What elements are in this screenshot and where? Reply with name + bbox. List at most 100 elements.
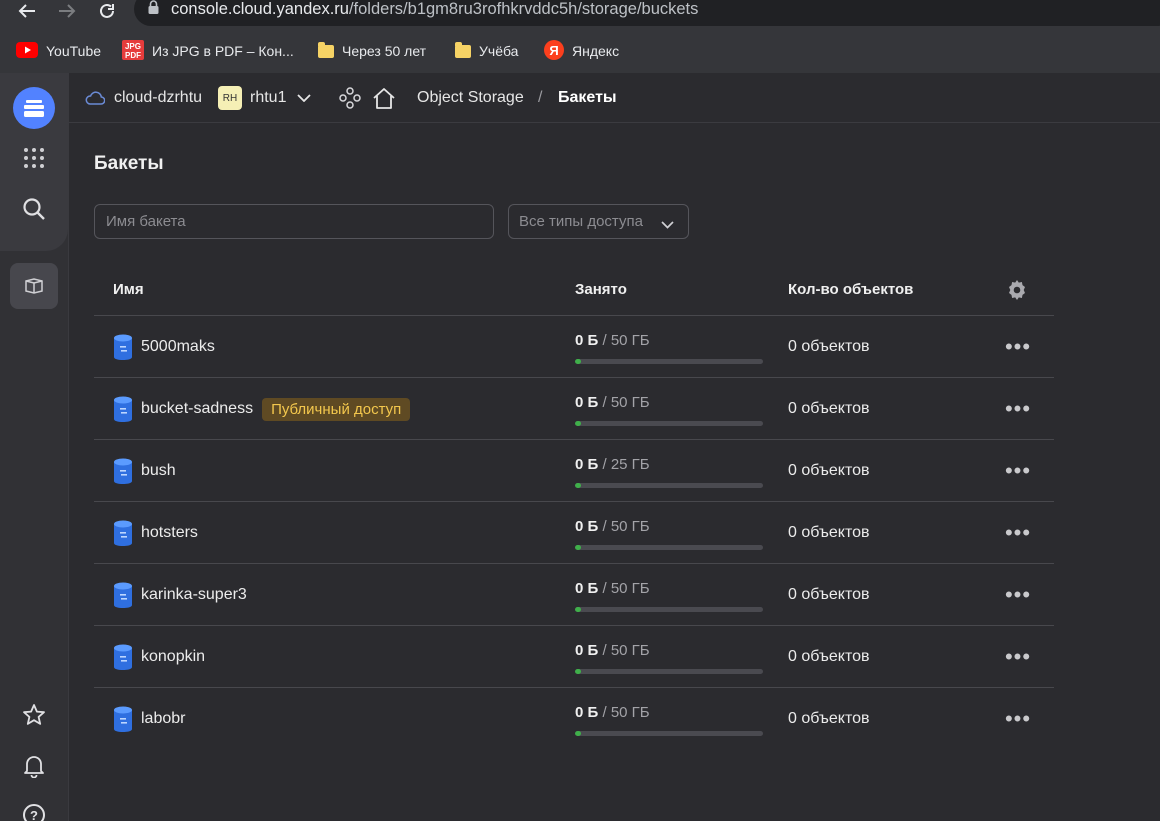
column-header-name[interactable]: Имя xyxy=(113,263,144,316)
home-icon[interactable] xyxy=(372,73,396,123)
usage-cell: 0 Б / 50 ГБ xyxy=(575,378,765,440)
usage-cell: 0 Б / 50 ГБ xyxy=(575,626,765,688)
column-header-objects[interactable]: Кол-во объектов xyxy=(788,263,913,316)
bucket-icon xyxy=(113,643,133,671)
chevron-down-icon xyxy=(297,94,312,102)
bucket-icon xyxy=(113,333,133,361)
folder-icon xyxy=(318,41,334,58)
table-row[interactable]: 5000maks 0 Б / 50 ГБ 0 объектов ••• xyxy=(94,316,1054,378)
bucket-name-link[interactable]: bucket-sadness xyxy=(141,400,253,418)
bookmark-label: Яндекс xyxy=(572,43,620,59)
bookmark-jpg-pdf[interactable]: JPG PDF Из JPG в PDF – Кон... xyxy=(122,36,294,66)
reload-icon[interactable] xyxy=(96,0,118,22)
bucket-icon xyxy=(113,705,133,733)
folder-selector[interactable]: RH rhtu1 xyxy=(218,73,312,123)
objects-count: 0 объектов xyxy=(788,400,870,417)
table-settings-gear-icon[interactable] xyxy=(1006,263,1028,316)
bucket-name-link[interactable]: bush xyxy=(141,462,176,480)
bookmark-youtube[interactable]: YouTube xyxy=(16,36,101,66)
bucket-name-search-input[interactable] xyxy=(94,204,494,239)
usage-progress-bar xyxy=(575,483,763,488)
search-icon[interactable] xyxy=(12,187,56,231)
bookmark-folder-ucheba[interactable]: Учёба xyxy=(455,36,518,66)
svg-text:Я: Я xyxy=(549,43,558,58)
row-actions-more-icon[interactable]: ••• xyxy=(1005,397,1030,421)
help-icon[interactable]: ? xyxy=(12,793,56,821)
svg-text:PDF: PDF xyxy=(125,51,141,60)
cloud-selector[interactable]: cloud-dzrhtu xyxy=(85,73,202,123)
bucket-name-link[interactable]: 5000maks xyxy=(141,338,215,356)
table-row[interactable]: bush 0 Б / 25 ГБ 0 объектов ••• xyxy=(94,440,1054,502)
bucket-icon xyxy=(113,457,133,485)
usage-progress-bar xyxy=(575,545,763,550)
bucket-name-link[interactable]: karinka-super3 xyxy=(141,586,247,604)
public-access-badge: Публичный доступ xyxy=(262,397,411,421)
usage-progress-bar xyxy=(575,669,763,674)
usage-progress-bar xyxy=(575,359,763,364)
address-url: console.cloud.yandex.ru/folders/b1gm8ru3… xyxy=(171,0,699,18)
row-actions-more-icon[interactable]: ••• xyxy=(1005,645,1030,669)
table-row[interactable]: labobr 0 Б / 50 ГБ 0 объектов ••• xyxy=(94,688,1054,750)
breadcrumb-current: Бакеты xyxy=(558,89,617,106)
browser-chrome: console.cloud.yandex.ru/folders/b1gm8ru3… xyxy=(0,0,1160,73)
folder-icon xyxy=(455,41,471,58)
back-arrow-icon[interactable] xyxy=(16,0,38,22)
forward-arrow-icon[interactable] xyxy=(56,0,78,22)
bucket-icon xyxy=(113,519,133,547)
bell-icon[interactable] xyxy=(12,744,56,788)
table-row[interactable]: bucket-sadness Публичный доступ 0 Б / 50… xyxy=(94,378,1054,440)
yandex-icon: Я xyxy=(544,39,564,63)
row-actions-more-icon[interactable]: ••• xyxy=(1005,707,1030,731)
star-icon[interactable] xyxy=(12,693,56,737)
access-type-select[interactable]: Все типы доступа xyxy=(508,204,689,239)
bookmark-label: Учёба xyxy=(479,43,519,59)
usage-text: 0 Б / 50 ГБ xyxy=(575,518,650,535)
page-title: Бакеты xyxy=(94,153,164,174)
usage-text: 0 Б / 50 ГБ xyxy=(575,394,650,411)
bookmark-yandex[interactable]: Я Яндекс xyxy=(544,36,619,66)
column-header-used[interactable]: Занято xyxy=(575,263,627,316)
left-rail: ? xyxy=(0,73,69,821)
folder-name: rhtu1 xyxy=(250,89,287,106)
services-network-icon[interactable] xyxy=(339,73,361,123)
breadcrumb-object-storage[interactable]: Object Storage xyxy=(417,73,524,123)
row-actions-more-icon[interactable]: ••• xyxy=(1005,583,1030,607)
bucket-icon xyxy=(113,395,133,423)
bookmark-label: Через 50 лет xyxy=(342,43,427,59)
bucket-name-link[interactable]: labobr xyxy=(141,710,185,728)
object-storage-icon[interactable] xyxy=(10,263,58,309)
bookmark-folder-50-let[interactable]: Через 50 лет xyxy=(318,36,426,66)
usage-progress-bar xyxy=(575,731,763,736)
table-row[interactable]: konopkin 0 Б / 50 ГБ 0 объектов ••• xyxy=(94,626,1054,688)
lock-icon xyxy=(148,0,159,19)
row-actions-more-icon[interactable]: ••• xyxy=(1005,521,1030,545)
console-header: cloud-dzrhtu RH rhtu1 Object Storage / Б… xyxy=(69,73,1160,123)
svg-text:?: ? xyxy=(30,808,38,821)
bucket-name-link[interactable]: konopkin xyxy=(141,648,205,666)
objects-count: 0 объектов xyxy=(788,648,870,665)
objects-count: 0 объектов xyxy=(788,524,870,541)
row-actions-more-icon[interactable]: ••• xyxy=(1005,459,1030,483)
row-actions-more-icon[interactable]: ••• xyxy=(1005,335,1030,359)
usage-progress-bar xyxy=(575,421,763,426)
folder-avatar: RH xyxy=(218,86,242,110)
all-services-grid-icon[interactable] xyxy=(12,136,56,180)
svg-text:JPG: JPG xyxy=(125,42,141,51)
bucket-icon xyxy=(113,581,133,609)
bookmark-label: Из JPG в PDF – Кон... xyxy=(152,43,294,59)
table-row[interactable]: karinka-super3 0 Б / 50 ГБ 0 объектов ••… xyxy=(94,564,1054,626)
bucket-name-link[interactable]: hotsters xyxy=(141,524,198,542)
objects-count: 0 объектов xyxy=(788,586,870,603)
usage-cell: 0 Б / 50 ГБ xyxy=(575,316,765,378)
jpg-pdf-icon: JPG PDF xyxy=(122,39,144,63)
chevron-down-icon xyxy=(661,216,674,233)
objects-count: 0 объектов xyxy=(788,462,870,479)
usage-progress-bar xyxy=(575,607,763,612)
usage-cell: 0 Б / 50 ГБ xyxy=(575,688,765,750)
table-row[interactable]: hotsters 0 Б / 50 ГБ 0 объектов ••• xyxy=(94,502,1054,564)
console-logo-icon[interactable] xyxy=(13,87,55,129)
address-bar[interactable]: console.cloud.yandex.ru/folders/b1gm8ru3… xyxy=(134,0,1160,26)
usage-cell: 0 Б / 25 ГБ xyxy=(575,440,765,502)
usage-cell: 0 Б / 50 ГБ xyxy=(575,502,765,564)
usage-text: 0 Б / 50 ГБ xyxy=(575,332,650,349)
